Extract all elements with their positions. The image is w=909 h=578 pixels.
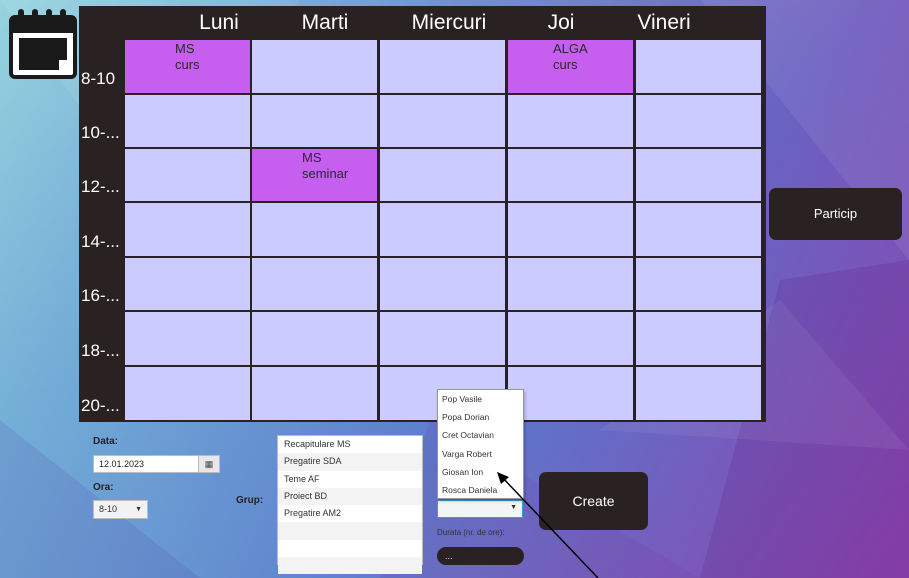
timetable-cell[interactable] [380, 312, 505, 365]
durata-input[interactable]: ... [437, 547, 524, 565]
timetable-cell[interactable] [636, 149, 761, 201]
timetable-cell[interactable] [380, 149, 505, 201]
participant-option[interactable]: Giosan Ion [438, 463, 523, 481]
timetable-cell[interactable] [252, 203, 377, 256]
participant-option[interactable]: Rosca Daniela [438, 481, 523, 499]
hour-label: 16-... [81, 286, 120, 305]
timetable-cell[interactable] [636, 40, 761, 93]
calendar-picker-icon[interactable]: ▦ [198, 456, 219, 472]
timetable: Luni Marti Miercuri Joi Vineri 8-10 MS curs ALG… [79, 6, 766, 422]
durata-label: Durata (nr. de ore): [437, 528, 505, 537]
grup-list-empty-row [278, 540, 422, 557]
timetable-cell[interactable] [508, 312, 633, 365]
participant-dropdown[interactable]: Pop Vasile Popa Dorian Cret Octavian Varga … [437, 389, 524, 499]
timetable-cell[interactable] [636, 367, 761, 420]
calendar-icon [9, 9, 77, 79]
hour-label: 8-10 [81, 69, 116, 88]
timetable-cell[interactable] [636, 203, 761, 256]
timetable-cell[interactable] [125, 367, 250, 420]
timetable-cell[interactable] [125, 258, 250, 310]
timetable-cell[interactable] [125, 95, 250, 147]
grup-list-item[interactable]: Teme AF [278, 471, 422, 488]
day-header: Vineri [637, 11, 691, 34]
timetable-cell[interactable] [508, 367, 633, 420]
timetable-cell-booked[interactable]: MS seminar [252, 149, 377, 201]
day-header: Marti [301, 11, 349, 34]
hour-label: 20-... [81, 396, 120, 415]
grup-list-item[interactable]: Pregatire AM2 [278, 505, 422, 522]
participant-option[interactable]: Popa Dorian [438, 408, 523, 426]
timetable-cell[interactable] [252, 367, 377, 420]
hour-label: 12-... [81, 177, 120, 196]
participant-combo[interactable]: ▼ [437, 500, 523, 518]
participant-option[interactable]: Cret Octavian [438, 426, 523, 444]
timetable-cell[interactable] [508, 203, 633, 256]
timetable-cell[interactable] [508, 258, 633, 310]
booking-text: MS curs [175, 41, 200, 72]
particip-button[interactable]: Particip [769, 188, 902, 240]
data-label: Data: [93, 436, 119, 447]
hour-label: 10-... [81, 123, 120, 142]
timetable-cell-booked[interactable]: MS curs [125, 40, 250, 93]
timetable-cell[interactable] [125, 203, 250, 256]
grup-list-empty-row [278, 557, 422, 575]
date-picker[interactable]: 12.01.2023 ▦ [93, 455, 220, 473]
grup-list-item[interactable]: Proiect BD [278, 487, 422, 506]
timetable-cell[interactable] [125, 149, 250, 201]
participant-option[interactable]: Varga Robert [438, 445, 523, 463]
timetable-cell[interactable] [380, 95, 505, 147]
timetable-cell[interactable] [380, 258, 505, 310]
chevron-down-icon: ▼ [135, 506, 142, 513]
grup-list-empty-row [278, 522, 422, 540]
date-value: 12.01.2023 [99, 459, 145, 469]
grup-list-item[interactable]: Pregatire SDA [278, 453, 422, 471]
timetable-cell[interactable] [508, 95, 633, 147]
timetable-cell[interactable] [636, 95, 761, 147]
timetable-cell[interactable] [508, 149, 633, 201]
ora-label: Ora: [93, 482, 114, 493]
booking-text: MS seminar [302, 150, 349, 181]
ora-select[interactable]: 8-10 ▼ [93, 500, 148, 519]
day-header: Joi [547, 11, 575, 34]
timetable-cell[interactable] [380, 40, 505, 93]
day-header: Luni [199, 11, 239, 34]
timetable-cell[interactable] [252, 40, 377, 93]
timetable-cell[interactable] [125, 312, 250, 365]
timetable-cell[interactable] [636, 258, 761, 310]
chevron-down-icon: ▼ [510, 504, 517, 511]
booking-text: ALGA curs [553, 41, 588, 72]
timetable-cell-booked[interactable]: ALGA curs [508, 40, 633, 93]
hour-label: 14-... [81, 232, 120, 251]
timetable-cell[interactable] [252, 312, 377, 365]
timetable-cell[interactable] [380, 203, 505, 256]
participant-option[interactable]: Pop Vasile [438, 390, 523, 408]
timetable-cell[interactable] [252, 258, 377, 310]
ora-value: 8-10 [99, 504, 118, 514]
grup-list[interactable]: Recapitulare MS Pregatire SDA Teme AF Proie… [277, 435, 423, 575]
hour-label: 18-... [81, 341, 120, 360]
create-button[interactable]: Create [539, 472, 648, 530]
grup-label: Grup: [236, 495, 264, 506]
timetable-cell[interactable] [636, 312, 761, 365]
timetable-cell[interactable] [252, 95, 377, 147]
grup-list-item[interactable]: Recapitulare MS [278, 436, 422, 453]
day-header: Miercuri [411, 11, 487, 34]
